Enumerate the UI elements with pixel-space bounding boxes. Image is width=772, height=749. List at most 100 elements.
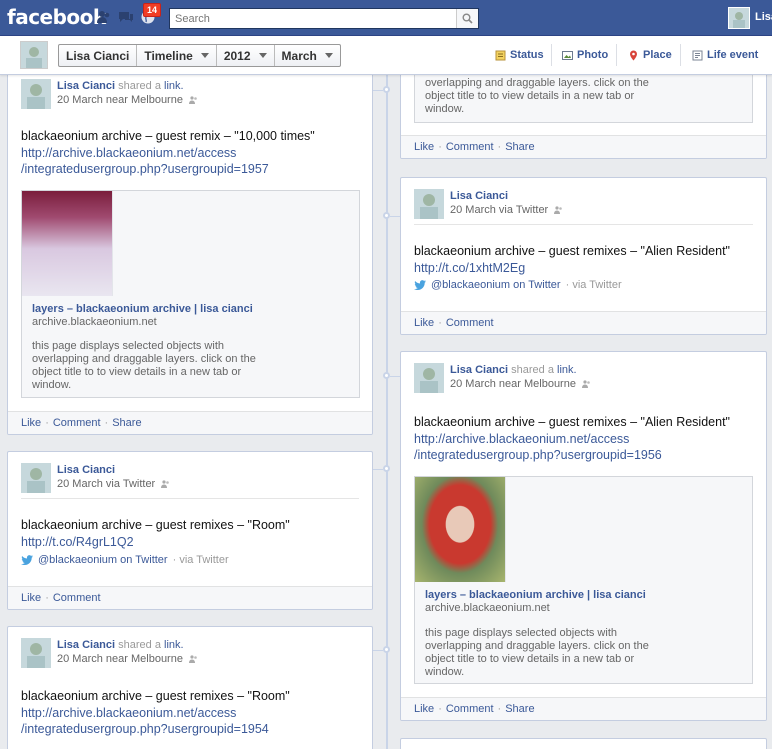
like-button[interactable]: Like	[21, 592, 41, 604]
post-message: blackaeonium archive – guest remixes – "…	[414, 415, 730, 429]
top-bar: facebook 14 Lisa	[0, 0, 772, 36]
post-url-link-cont[interactable]: /integratedusergroup.php?usergroupid=195…	[21, 722, 269, 736]
author-name-link[interactable]: Lisa Cianci	[450, 364, 508, 376]
link-preview-domain: archive.blackaeonium.net	[32, 316, 157, 328]
post-timestamp[interactable]: 20 March near Melbourne	[450, 378, 576, 390]
post-url-link[interactable]: http://archive.blackaeonium.net/access	[414, 432, 629, 446]
twitter-account-link[interactable]: @blackaeonium on Twitter	[38, 554, 168, 566]
author-name-link[interactable]: Lisa Cianci	[57, 80, 115, 92]
post-url-link[interactable]: http://archive.blackaeonium.net/access	[21, 146, 236, 160]
author-name-link[interactable]: Lisa Cianci	[57, 639, 115, 651]
life-event-flag-icon	[692, 50, 703, 61]
link-preview-title[interactable]: layers – blackaeonium archive | lisa cia…	[32, 303, 253, 315]
friends-audience-icon[interactable]	[161, 480, 170, 488]
notifications-badge[interactable]: 14	[143, 3, 162, 17]
friend-requests-icon[interactable]	[96, 9, 112, 25]
comment-button[interactable]: Comment	[446, 317, 494, 329]
author-name-link[interactable]: Lisa Cianci	[57, 464, 115, 476]
link-preview[interactable]: layers – blackaeonium archive | lisa cia…	[414, 476, 753, 684]
chevron-down-icon	[200, 53, 209, 58]
post-author-line: Lisa Cianci shared a link.	[57, 639, 184, 651]
year-dropdown[interactable]: 2012	[217, 45, 275, 66]
post-message: blackaeonium archive – guest remixes – "…	[21, 518, 290, 532]
post-timestamp[interactable]: 20 March near Melbourne	[57, 94, 183, 106]
facebook-logo[interactable]: facebook	[7, 5, 106, 29]
share-button[interactable]: Share	[112, 417, 141, 429]
friends-audience-icon[interactable]	[554, 206, 563, 214]
post-message: blackaeonium archive – guest remixes – "…	[21, 689, 290, 703]
timeline-post: Lisa Cianci shared a link. 20 March near…	[7, 68, 373, 435]
post-actions: Like · Comment	[401, 311, 766, 334]
via-twitter: @blackaeonium on Twitter · via Twitter	[414, 279, 622, 291]
photo-button[interactable]: Photo	[562, 46, 608, 64]
comment-button[interactable]: Comment	[446, 703, 494, 715]
link-preview-title[interactable]: layers – blackaeonium archive | lisa cia…	[425, 589, 646, 601]
timeline-dropdown[interactable]: Timeline	[137, 45, 217, 66]
search-icon[interactable]	[456, 9, 478, 28]
photo-icon	[562, 50, 573, 61]
share-button[interactable]: Share	[505, 703, 534, 715]
author-avatar[interactable]	[21, 79, 51, 109]
link-preview-thumbnail[interactable]	[22, 191, 112, 296]
link-preview[interactable]: layers – blackaeonium archive | lisa cia…	[21, 190, 360, 398]
post-url-link[interactable]: http://t.co/R4grL1Q2	[21, 535, 134, 549]
post-author-line: Lisa Cianci	[57, 464, 115, 476]
like-button[interactable]: Like	[414, 317, 434, 329]
user-name-link[interactable]: Lisa	[755, 11, 772, 23]
link-preview-thumbnail[interactable]	[415, 477, 505, 582]
post-url-link[interactable]: http://t.co/1xhtM2Eg	[414, 261, 525, 275]
profile-thumbnail[interactable]	[20, 41, 48, 69]
status-button[interactable]: Status	[495, 46, 544, 64]
like-button[interactable]: Like	[414, 703, 434, 715]
post-timestamp[interactable]: 20 March via Twitter	[450, 204, 548, 216]
shared-link[interactable]: link.	[164, 639, 184, 651]
comment-button[interactable]: Comment	[446, 141, 494, 153]
like-button[interactable]: Like	[21, 417, 41, 429]
twitter-account-link[interactable]: @blackaeonium on Twitter	[431, 279, 561, 291]
post-header: Lisa Cianci shared a link. 20 March near…	[414, 363, 714, 397]
messages-icon[interactable]	[118, 9, 134, 25]
link-preview-description: overlapping and draggable layers. click …	[425, 77, 649, 115]
post-author-line: Lisa Cianci shared a link.	[450, 364, 577, 376]
link-preview-description: this page displays selected objects with…	[32, 340, 256, 391]
share-button[interactable]: Share	[505, 141, 534, 153]
post-meta: 20 March near Melbourne	[57, 94, 198, 106]
place-button[interactable]: Place	[628, 46, 672, 64]
post-url-link-cont[interactable]: /integratedusergroup.php?usergroupid=195…	[414, 448, 662, 462]
twitter-bird-icon	[414, 280, 426, 290]
friends-audience-icon[interactable]	[581, 380, 591, 388]
timeline-post: Lisa Cianci 20 March via Twitter blackae…	[7, 451, 373, 610]
author-avatar[interactable]	[414, 363, 444, 393]
timeline-post: Lisa Cianci 20 March via Twitter blackae…	[400, 177, 767, 335]
comment-button[interactable]: Comment	[53, 592, 101, 604]
author-name-link[interactable]: Lisa Cianci	[450, 190, 508, 202]
life-event-button[interactable]: Life event	[692, 46, 758, 64]
shared-link[interactable]: link.	[557, 364, 577, 376]
post-actions: Like · Comment · Share	[401, 697, 766, 720]
post-timestamp[interactable]: 20 March near Melbourne	[57, 653, 183, 665]
comment-button[interactable]: Comment	[53, 417, 101, 429]
post-timestamp[interactable]: 20 March via Twitter	[57, 478, 155, 490]
timeline-marker	[383, 646, 390, 653]
like-button[interactable]: Like	[414, 141, 434, 153]
friends-audience-icon[interactable]	[188, 96, 198, 104]
author-avatar[interactable]	[21, 638, 51, 668]
month-dropdown[interactable]: March	[275, 45, 340, 66]
post-meta: 20 March via Twitter	[450, 204, 563, 216]
post-author-line: Lisa Cianci shared a link.	[57, 80, 184, 92]
timeline-marker	[383, 372, 390, 379]
search-input[interactable]	[170, 9, 450, 28]
author-avatar[interactable]	[21, 463, 51, 493]
twitter-bird-icon	[21, 555, 33, 565]
friends-audience-icon[interactable]	[188, 655, 198, 663]
shared-link[interactable]: link.	[164, 80, 184, 92]
profile-name-button[interactable]: Lisa Cianci	[59, 45, 138, 66]
post-url-link-cont[interactable]: /integratedusergroup.php?usergroupid=195…	[21, 162, 269, 176]
timeline-marker	[383, 86, 390, 93]
status-pencil-icon	[495, 50, 506, 61]
user-avatar[interactable]	[728, 7, 750, 29]
author-avatar[interactable]	[414, 189, 444, 219]
post-url-link[interactable]: http://archive.blackaeonium.net/access	[21, 706, 236, 720]
timeline-header: Lisa Cianci Timeline 2012 March Status P…	[0, 36, 772, 75]
search-box[interactable]	[169, 8, 479, 29]
